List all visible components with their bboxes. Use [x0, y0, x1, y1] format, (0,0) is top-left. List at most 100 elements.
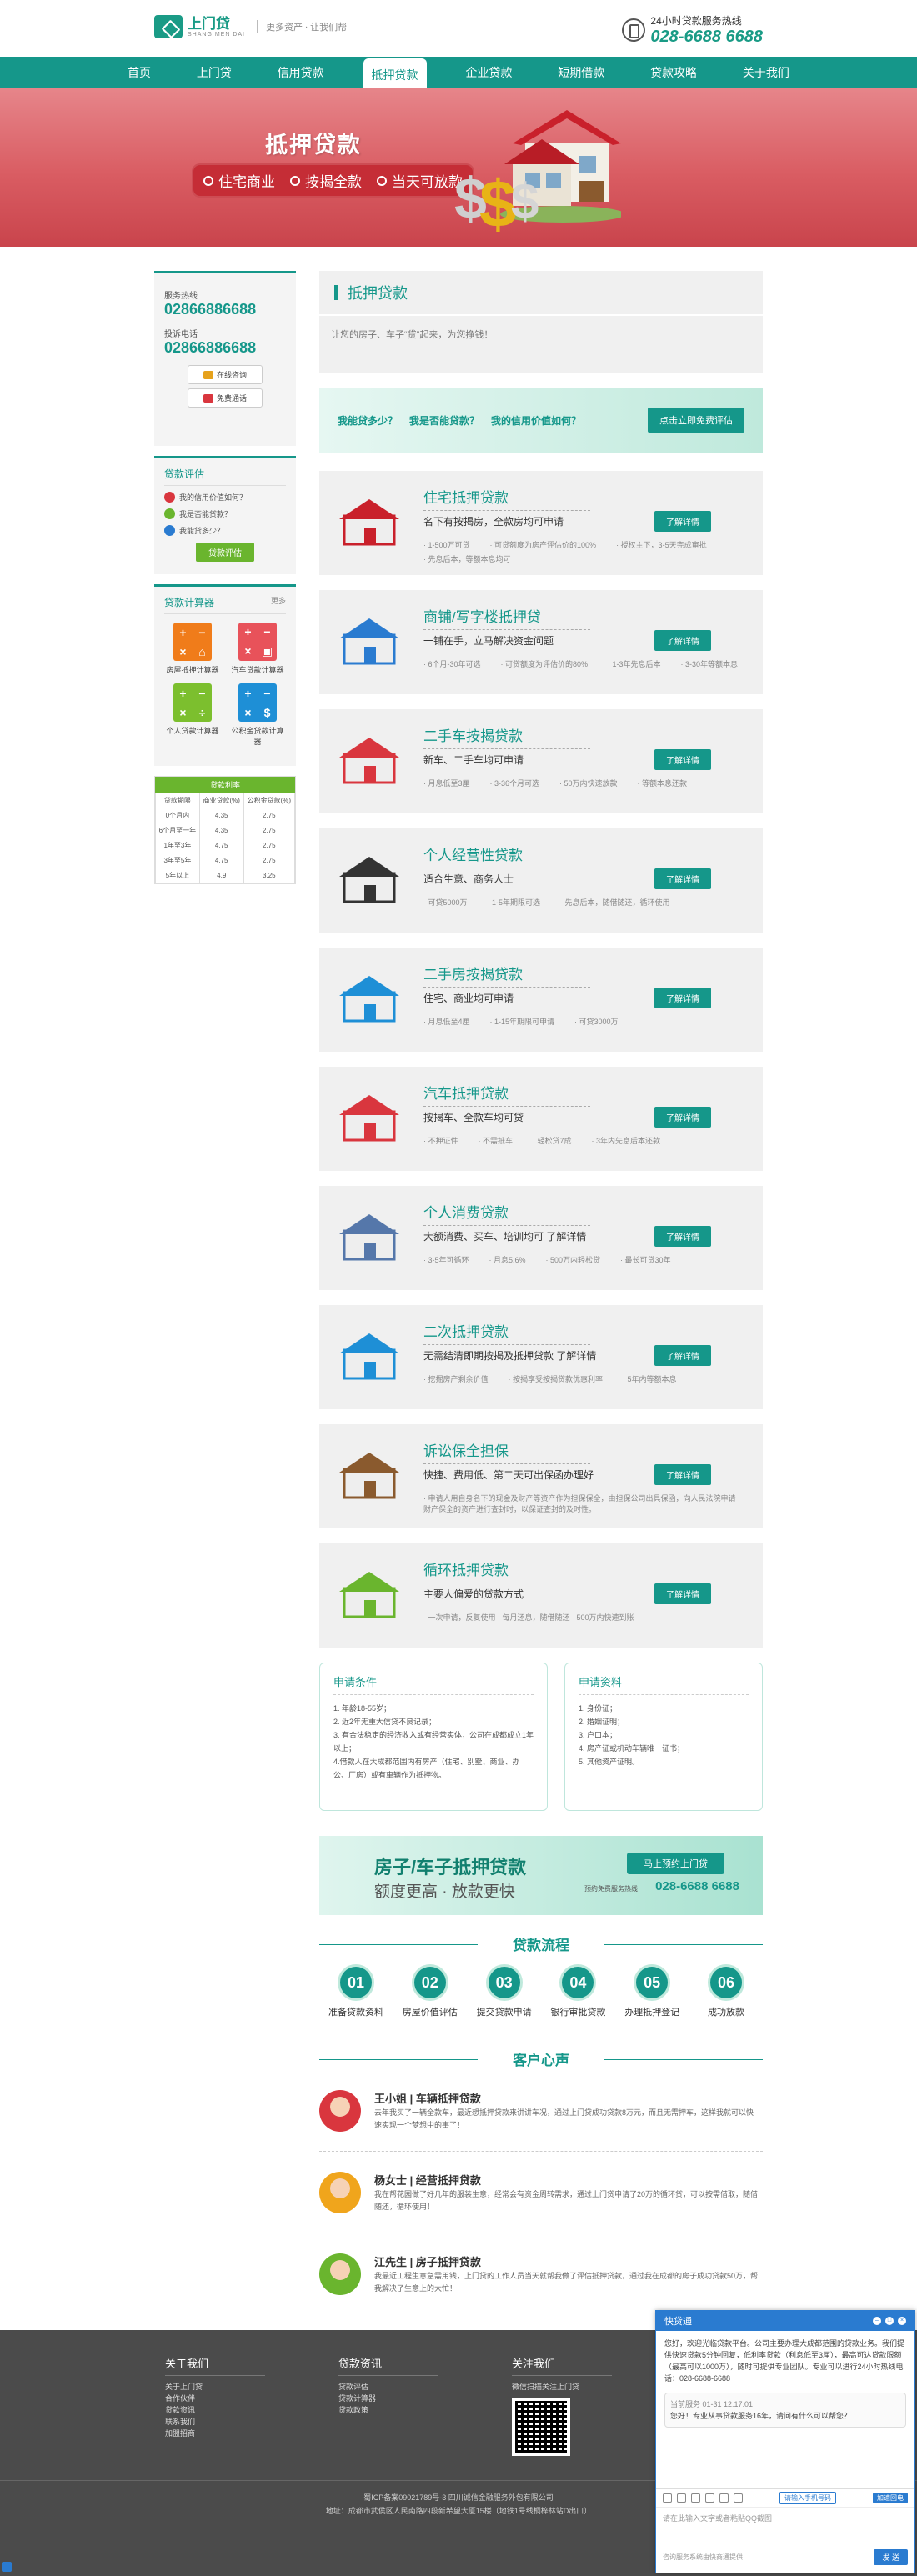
car-loan-calculator[interactable]: + − × ▣ 汽车贷款计算器 [229, 623, 286, 675]
maximize-icon[interactable]: □ [885, 2317, 894, 2325]
details-button[interactable]: 了解详情 [654, 1464, 711, 1485]
eval-item[interactable]: 我的信用价值如何？ [164, 492, 286, 503]
details-button[interactable]: 了解详情 [654, 749, 711, 770]
product-meta-item: · 3-5年可循环 [423, 1256, 469, 1264]
footer-link[interactable]: 贷款政策 [338, 2404, 438, 2416]
house-dollar-illustration: $ $ $ [454, 110, 621, 241]
personal-loan-calculator[interactable]: + − × ÷ 个人贷款计算器 [164, 683, 221, 747]
chat-header[interactable]: 快贷通 – □ × [656, 2311, 914, 2331]
product-card[interactable]: 二手车按揭贷款 新车、二手车均可申请 · 月息低至3厘 · 3-36个月可选 · 50万… [319, 709, 763, 813]
follow-text: 微信扫描关注上门贷 [512, 2383, 580, 2391]
product-meta: · 挖掘房产剩余价值 · 按揭享受按揭贷款优惠利率 · 5年内等额本息 [423, 1373, 740, 1384]
nav-item-guide[interactable]: 贷款攻略 [644, 59, 704, 86]
history-icon[interactable] [734, 2493, 743, 2503]
product-card[interactable]: 诉讼保全担保 快捷、费用低、第二天可出保函办理好 · 申请人用自身名下的现金及财产等… [319, 1424, 763, 1528]
online-consult-button[interactable]: 在线咨询 [188, 365, 263, 384]
free-call-button[interactable]: 免费通话 [188, 388, 263, 408]
product-card[interactable]: 商铺/写字楼抵押贷 一铺在手，立马解决资金问题 · 6个月-30年可选 · 可贷额度为… [319, 590, 763, 694]
details-button[interactable]: 了解详情 [654, 988, 711, 1008]
details-button[interactable]: 了解详情 [654, 1107, 711, 1128]
product-card[interactable]: 个人消费贷款 大额消费、买车、培训均可 了解详情 · 3-5年可循环 · 月息5.6%… [319, 1186, 763, 1290]
product-card[interactable]: 循环抵押贷款 主要人偏爱的贷款方式 · 一次申请，反复使用 · 每月还息，随借随还 … [319, 1543, 763, 1648]
cta-question[interactable]: 我是否能贷款？ [409, 413, 479, 428]
screenshot-icon[interactable] [705, 2493, 714, 2503]
cta-question[interactable]: 我的信用价值如何？ [491, 413, 581, 428]
product-title[interactable]: 个人经营性贷款 [423, 843, 590, 868]
product-card[interactable]: 个人经营性贷款 适合生意、商务人士 · 可贷5000万 · 1-5年期限可选 · 先息后… [319, 828, 763, 933]
product-title[interactable]: 诉讼保全担保 [423, 1439, 590, 1464]
footer-link[interactable]: 贷款计算器 [338, 2393, 438, 2404]
callback-button[interactable]: 加速回电 [873, 2493, 908, 2503]
eval-item[interactable]: 我能贷多少？ [164, 525, 286, 536]
product-title[interactable]: 个人消费贷款 [423, 1201, 590, 1226]
emoji-icon[interactable] [663, 2493, 672, 2503]
site-logo[interactable]: 上门贷 SHANG MEN DAI 更多资产 · 让我们帮 [154, 15, 347, 38]
approval-icon [164, 508, 175, 519]
footer-link[interactable]: 加盟招商 [165, 2428, 265, 2439]
loan-eval-button[interactable]: 贷款评估 [196, 543, 254, 562]
product-card[interactable]: 汽车抵押贷款 按揭车、全款车均可贷 · 不押证件 · 不需抵车 · 轻松贷7成 · 3年内… [319, 1067, 763, 1171]
fund-loan-calculator[interactable]: + − × $ 公积金贷款计算器 [229, 683, 286, 747]
details-button[interactable]: 了解详情 [654, 1583, 711, 1604]
details-button[interactable]: 了解详情 [654, 868, 711, 889]
footer-link[interactable]: 关于上门贷 [165, 2381, 265, 2393]
rate-header-row: 贷款期限 商业贷款(%) 公积金贷款(%) [155, 793, 296, 808]
close-icon[interactable]: × [898, 2317, 906, 2325]
product-title[interactable]: 二手房按揭贷款 [423, 963, 590, 988]
cta-question[interactable]: 我能贷多少？ [338, 413, 398, 428]
nav-item-credit[interactable]: 信用贷款 [271, 59, 331, 86]
process-step: 05 办理抵押登记 [615, 1967, 689, 2018]
calc-title: 贷款计算器 更多 [164, 595, 286, 614]
product-meta: · 月息低至3厘 · 3-36个月可选 · 50万内快速放款 · 等额本息还款 [423, 778, 740, 788]
details-button[interactable]: 了解详情 [654, 1226, 711, 1247]
product-meta-item: · 5年内等额本息 [623, 1375, 677, 1383]
mortgage-calculator[interactable]: + − × ⌂ 房屋抵押计算器 [164, 623, 221, 675]
avatar [319, 2253, 361, 2295]
product-title[interactable]: 商铺/写字楼抵押贷 [423, 605, 590, 630]
product-image [339, 1095, 399, 1142]
calc-more-link[interactable]: 更多 [271, 595, 286, 609]
star-icon[interactable] [719, 2493, 729, 2503]
product-meta-item: · 等额本息还款 [637, 779, 688, 788]
eval-item[interactable]: 我是否能贷款？ [164, 508, 286, 519]
product-title[interactable]: 汽车抵押贷款 [423, 1082, 590, 1107]
details-button[interactable]: 了解详情 [654, 511, 711, 532]
product-card[interactable]: 二手房按揭贷款 住宅、商业均可申请 · 月息低至4厘 · 1-15年期限可申请 · 可贷… [319, 948, 763, 1052]
slogan: 更多资产 · 让我们帮 [257, 20, 347, 33]
phone-number-input[interactable]: 请输入手机号码 [779, 2492, 836, 2504]
nav-item-shortterm[interactable]: 短期借款 [551, 59, 611, 86]
nav-item-home[interactable]: 首页 [121, 59, 158, 86]
chat-launcher-icon[interactable] [2, 2562, 12, 2572]
product-title[interactable]: 循环抵押贷款 [423, 1558, 590, 1583]
product-meta: · 一次申请，反复使用 · 每月还息，随借随还 · 500万内快速到账 [423, 1612, 740, 1623]
footer-link[interactable]: 合作伙伴 [165, 2393, 265, 2404]
nav-item-business[interactable]: 企业贷款 [458, 59, 519, 86]
product-meta-item: · 月息5.6% [489, 1256, 526, 1264]
send-button[interactable]: 发 送 [874, 2549, 908, 2565]
condition-item: 1. 年龄18-55岁； [333, 1704, 392, 1713]
footer-link[interactable]: 贷款评估 [338, 2381, 438, 2393]
product-meta-item: · 挖掘房产剩余价值 [423, 1375, 489, 1383]
footer-link[interactable]: 贷款资讯 [165, 2404, 265, 2416]
testimonial-text: 我最近工程生意急需用钱，上门贷的工作人员当天就帮我做了评估抵押贷款，通过我在成都… [374, 2272, 759, 2293]
file-icon[interactable] [691, 2493, 700, 2503]
product-card[interactable]: 二次抵押贷款 无需结清即期按揭及抵押贷款 了解详情 · 挖掘房产剩余价值 · 按揭享受… [319, 1305, 763, 1409]
nav-item-about[interactable]: 关于我们 [736, 59, 796, 86]
image-icon[interactable] [677, 2493, 686, 2503]
product-title[interactable]: 二次抵押贷款 [423, 1320, 590, 1345]
product-card[interactable]: 住宅抵押贷款 名下有按揭房，全款房均可申请 · 1-500万可贷 · 可贷额度为房产评… [319, 471, 763, 575]
book-visit-button[interactable]: 马上预约上门贷 [627, 1853, 724, 1874]
message-text: 您好！专业从事贷款服务16年，请问有什么可以帮您？ [670, 2412, 852, 2420]
details-button[interactable]: 了解详情 [654, 1345, 711, 1366]
minimize-icon[interactable]: – [873, 2317, 881, 2325]
footer-link[interactable]: 联系我们 [165, 2416, 265, 2428]
product-title[interactable]: 住宅抵押贷款 [423, 486, 590, 511]
chat-messages: 您好，欢迎光临贷款平台。公司主要办理大成都范围的贷款业务。我们提供快速贷款5分钟… [656, 2331, 914, 2489]
chat-input[interactable]: 请在此输入文字或者粘贴QQ截图 [656, 2508, 914, 2549]
free-eval-button[interactable]: 点击立即免费评估 [648, 408, 744, 433]
details-button[interactable]: 了解详情 [654, 630, 711, 651]
product-image [339, 1453, 399, 1499]
nav-item-shangmendai[interactable]: 上门贷 [190, 59, 238, 86]
product-title[interactable]: 二手车按揭贷款 [423, 724, 590, 749]
process-step: 04 银行审批贷款 [541, 1967, 614, 2018]
